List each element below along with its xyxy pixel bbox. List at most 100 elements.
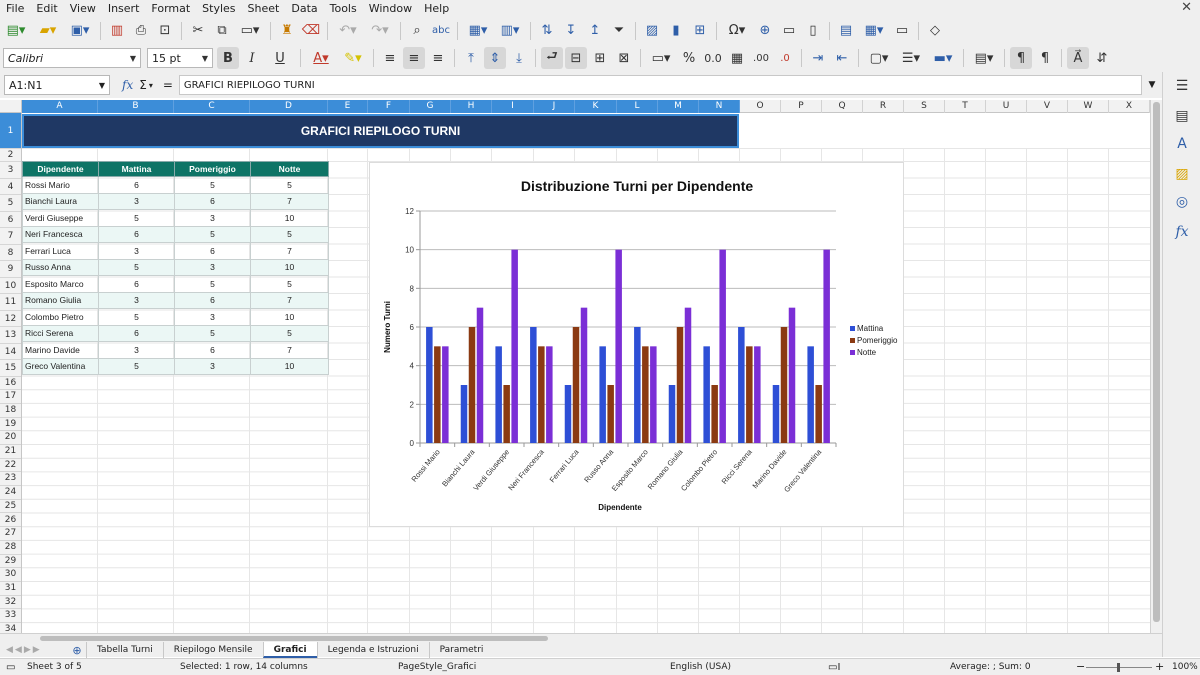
shift-count-cell[interactable]: 6 bbox=[174, 192, 251, 210]
sheet-tab-legenda-e-istruzioni[interactable]: Legenda e Istruzioni bbox=[316, 642, 429, 658]
column-header-d[interactable]: D bbox=[250, 100, 328, 113]
sort-ascending-icon[interactable]: ↧ bbox=[560, 20, 582, 42]
export-pdf-icon[interactable]: ▥ bbox=[106, 20, 128, 42]
row-header-27[interactable]: 27 bbox=[0, 527, 21, 541]
new-document-icon[interactable]: ▤▾ bbox=[1, 20, 31, 42]
shift-count-cell[interactable]: 3 bbox=[174, 209, 251, 227]
percent-format-icon[interactable]: % bbox=[678, 47, 700, 69]
align-vcenter-icon[interactable]: ⇕ bbox=[484, 47, 506, 69]
column-icon[interactable]: ▥▾ bbox=[495, 20, 525, 42]
shift-count-cell[interactable]: 7 bbox=[250, 242, 329, 260]
add-sheet-icon[interactable]: ⊕ bbox=[68, 644, 86, 657]
shift-count-cell[interactable]: 6 bbox=[98, 324, 175, 342]
column-header-x[interactable]: X bbox=[1109, 100, 1150, 113]
column-header-e[interactable]: E bbox=[328, 100, 368, 113]
menu-item-sheet[interactable]: Sheet bbox=[242, 2, 286, 15]
row-header-10[interactable]: 10 bbox=[0, 278, 21, 294]
border-style-icon[interactable]: ☰▾ bbox=[896, 47, 926, 69]
autofilter-icon[interactable]: ⏷ bbox=[608, 20, 630, 42]
employee-name-cell[interactable]: Russo Anna bbox=[22, 258, 99, 276]
row-header-25[interactable]: 25 bbox=[0, 500, 21, 514]
conditional-format-icon[interactable]: ▤▾ bbox=[969, 47, 999, 69]
employee-name-cell[interactable]: Ferrari Luca bbox=[22, 242, 99, 260]
freeze-rows-columns-icon[interactable]: ▦▾ bbox=[859, 20, 889, 42]
align-center-icon[interactable]: ≡ bbox=[403, 47, 425, 69]
shift-count-cell[interactable]: 5 bbox=[98, 258, 175, 276]
row-header-34[interactable]: 34 bbox=[0, 623, 21, 633]
print-icon[interactable]: ⎙ bbox=[130, 20, 152, 42]
shift-count-cell[interactable]: 5 bbox=[174, 176, 251, 194]
paste-icon[interactable]: ▭▾ bbox=[235, 20, 265, 42]
column-header-u[interactable]: U bbox=[986, 100, 1027, 113]
column-header-n[interactable]: N bbox=[699, 100, 740, 113]
row-header-21[interactable]: 21 bbox=[0, 445, 21, 459]
align-bottom-icon[interactable]: ⤓ bbox=[508, 47, 530, 69]
special-character-icon[interactable]: Ω▾ bbox=[722, 20, 752, 42]
shift-count-cell[interactable]: 3 bbox=[174, 357, 251, 375]
row-header-22[interactable]: 22 bbox=[0, 459, 21, 473]
find-replace-icon[interactable]: ⌕ bbox=[406, 20, 428, 42]
border-color-icon[interactable]: ▬▾ bbox=[928, 47, 958, 69]
shift-count-cell[interactable]: 3 bbox=[98, 192, 175, 210]
delete-decimal-icon[interactable]: .0 bbox=[774, 47, 796, 69]
row-header-28[interactable]: 28 bbox=[0, 541, 21, 555]
employee-name-cell[interactable]: Ricci Serena bbox=[22, 324, 99, 342]
define-print-area-icon[interactable]: ▤ bbox=[835, 20, 857, 42]
close-document-icon[interactable]: ✕ bbox=[1181, 0, 1192, 15]
expand-formula-icon[interactable]: ▼ bbox=[1142, 80, 1162, 90]
shift-count-cell[interactable]: 10 bbox=[250, 357, 329, 375]
vertical-text-icon[interactable]: ⇵ bbox=[1091, 47, 1113, 69]
shift-count-cell[interactable]: 6 bbox=[174, 341, 251, 359]
shift-count-cell[interactable]: 5 bbox=[98, 209, 175, 227]
column-header-cell[interactable]: Mattina bbox=[98, 161, 175, 177]
open-icon[interactable]: ▰▾ bbox=[33, 20, 63, 42]
shift-count-cell[interactable]: 10 bbox=[250, 209, 329, 227]
insert-chart-icon[interactable]: ▮ bbox=[665, 20, 687, 42]
row-header-2[interactable]: 2 bbox=[0, 149, 21, 162]
banner-title-cell[interactable]: GRAFICI RIEPILOGO TURNI bbox=[22, 114, 739, 148]
page-style[interactable]: PageStyle_Grafici bbox=[398, 662, 476, 672]
tab-navigation-icon[interactable]: ◀◀▶▶ bbox=[0, 645, 68, 655]
chevron-down-icon[interactable]: ▾ bbox=[149, 81, 153, 90]
employee-name-cell[interactable]: Neri Francesca bbox=[22, 225, 99, 243]
column-header-h[interactable]: H bbox=[451, 100, 492, 113]
navigator-icon[interactable]: ◎ bbox=[1172, 192, 1192, 212]
column-header-cell[interactable]: Dipendente bbox=[22, 161, 99, 177]
employee-name-cell[interactable]: Rossi Mario bbox=[22, 176, 99, 194]
sum-icon[interactable]: Σ bbox=[139, 78, 147, 92]
sheet-tab-tabella-turni[interactable]: Tabella Turni bbox=[86, 642, 163, 658]
column-header-g[interactable]: G bbox=[410, 100, 451, 113]
row-header-8[interactable]: 8 bbox=[0, 245, 21, 261]
row-header-16[interactable]: 16 bbox=[0, 377, 21, 391]
vertical-scrollbar[interactable] bbox=[1150, 100, 1162, 633]
properties-icon[interactable]: ▤ bbox=[1172, 106, 1192, 126]
vertical-scroll-thumb[interactable] bbox=[1153, 102, 1160, 622]
add-decimal-icon[interactable]: .00 bbox=[750, 47, 772, 69]
clone-formatting-icon[interactable]: ♜ bbox=[276, 20, 298, 42]
sheet-tab-parametri[interactable]: Parametri bbox=[428, 642, 494, 658]
clear-formatting-icon[interactable]: ⌫ bbox=[300, 20, 322, 42]
styles-icon[interactable]: A bbox=[1172, 134, 1192, 154]
row-header-19[interactable]: 19 bbox=[0, 418, 21, 432]
pivot-table-icon[interactable]: ⊞ bbox=[689, 20, 711, 42]
menu-item-view[interactable]: View bbox=[64, 2, 102, 15]
merge-cells-icon[interactable]: ⊞ bbox=[589, 47, 611, 69]
column-header-b[interactable]: B bbox=[98, 100, 174, 113]
language[interactable]: English (USA) bbox=[670, 662, 731, 672]
bold-button[interactable]: B bbox=[217, 47, 239, 69]
employee-name-cell[interactable]: Greco Valentina bbox=[22, 357, 99, 375]
sheet-grid[interactable]: GRAFICI RIEPILOGO TURNI Dipendente Mattin… bbox=[22, 113, 1150, 633]
column-header-c[interactable]: C bbox=[174, 100, 250, 113]
cut-icon[interactable]: ✂ bbox=[187, 20, 209, 42]
highlight-color-icon[interactable]: ✎▾ bbox=[338, 47, 368, 69]
shift-count-cell[interactable]: 3 bbox=[174, 308, 251, 326]
column-header-a[interactable]: A bbox=[22, 100, 98, 113]
copy-icon[interactable]: ⧉ bbox=[211, 20, 233, 42]
align-top-icon[interactable]: ⤒ bbox=[460, 47, 482, 69]
row-header-4[interactable]: 4 bbox=[0, 179, 21, 195]
comment-icon[interactable]: ▭ bbox=[778, 20, 800, 42]
left-to-right-icon[interactable]: ¶ bbox=[1010, 47, 1032, 69]
row-header-29[interactable]: 29 bbox=[0, 555, 21, 569]
column-header-q[interactable]: Q bbox=[822, 100, 863, 113]
column-header-l[interactable]: L bbox=[617, 100, 658, 113]
